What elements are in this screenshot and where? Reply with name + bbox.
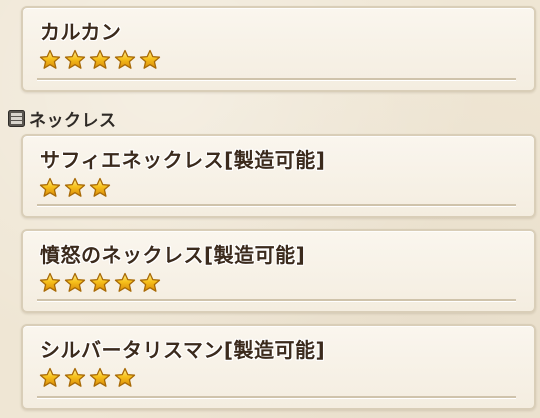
star-icon (64, 49, 86, 69)
star-icon (114, 49, 136, 69)
star-icon (139, 272, 161, 292)
item-card[interactable]: 憤怒のネックレス[製造可能] (21, 229, 536, 313)
star-icon (139, 49, 161, 69)
item-name: シルバータリスマン[製造可能] (40, 338, 326, 362)
rarity-stars (39, 177, 111, 199)
divider (37, 78, 516, 81)
star-icon (89, 272, 111, 292)
section-header-necklace: ネックレス (8, 106, 117, 131)
equipment-box-icon (8, 109, 25, 127)
divider (37, 204, 516, 207)
divider (37, 299, 516, 302)
star-icon (89, 367, 111, 387)
item-card[interactable]: サフィエネックレス[製造可能] (21, 134, 536, 218)
item-card[interactable]: カルカン (21, 6, 536, 92)
star-icon (39, 272, 61, 292)
star-icon (114, 367, 136, 387)
item-card[interactable]: シルバータリスマン[製造可能] (21, 324, 536, 410)
section-label: ネックレス (29, 110, 117, 131)
rarity-stars (39, 272, 161, 294)
item-name: カルカン (40, 20, 122, 44)
star-icon (64, 367, 86, 387)
star-icon (64, 272, 86, 292)
divider (37, 396, 516, 399)
star-icon (64, 177, 86, 197)
star-icon (89, 49, 111, 69)
item-name: 憤怒のネックレス[製造可能] (40, 243, 306, 267)
star-icon (39, 177, 61, 197)
item-name: サフィエネックレス[製造可能] (40, 148, 326, 172)
star-icon (39, 49, 61, 69)
rarity-stars (39, 367, 136, 389)
star-icon (114, 272, 136, 292)
star-icon (39, 367, 61, 387)
star-icon (89, 177, 111, 197)
rarity-stars (39, 49, 161, 71)
